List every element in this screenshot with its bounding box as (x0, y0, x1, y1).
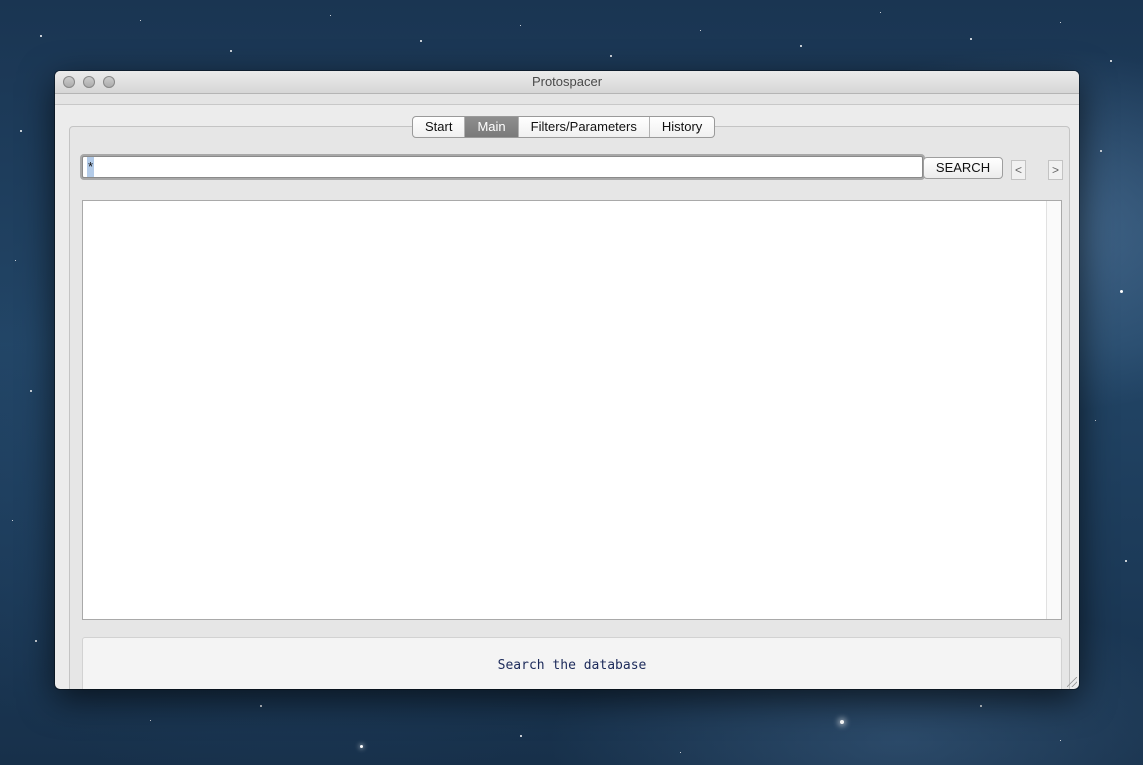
star (840, 720, 844, 724)
results-scrollbar[interactable] (1046, 201, 1061, 619)
tab-filters-parameters[interactable]: Filters/Parameters (519, 117, 650, 137)
app-window: Protospacer Start Main Filters/Parameter… (55, 71, 1079, 689)
star (140, 20, 141, 21)
toolbar-strip (55, 94, 1079, 105)
star (1060, 740, 1061, 741)
star (420, 40, 422, 42)
star (610, 55, 612, 57)
star (1060, 22, 1061, 23)
star (260, 705, 262, 707)
star (680, 752, 681, 753)
star (980, 705, 982, 707)
previous-button[interactable]: < (1011, 160, 1026, 180)
star (1110, 60, 1112, 62)
search-button[interactable]: SEARCH (923, 157, 1003, 179)
star (1120, 290, 1123, 293)
star (330, 15, 331, 16)
search-input[interactable]: * (82, 156, 923, 178)
star (1100, 150, 1102, 152)
star (700, 30, 701, 31)
tab-bar: Start Main Filters/Parameters History (412, 116, 716, 138)
star (12, 520, 13, 521)
star (1095, 420, 1096, 421)
next-button[interactable]: > (1048, 160, 1063, 180)
star (1125, 560, 1127, 562)
star (520, 735, 522, 737)
tab-start[interactable]: Start (413, 117, 466, 137)
search-input-value: * (87, 157, 95, 177)
star (40, 35, 42, 37)
star (230, 50, 232, 52)
star (880, 12, 881, 13)
star (970, 38, 972, 40)
tab-history[interactable]: History (650, 117, 714, 137)
star (35, 640, 37, 642)
star (150, 720, 151, 721)
title-bar[interactable]: Protospacer (55, 71, 1079, 94)
star (520, 25, 521, 26)
results-area[interactable] (82, 200, 1062, 620)
star (800, 45, 802, 47)
star (360, 745, 363, 748)
tab-main[interactable]: Main (465, 117, 519, 137)
star (30, 390, 32, 392)
window-title: Protospacer (531, 74, 603, 89)
star (20, 130, 22, 132)
status-panel: Search the database (82, 637, 1062, 689)
star (15, 260, 16, 261)
resize-grip-icon[interactable] (1067, 677, 1077, 687)
status-text: Search the database (497, 658, 647, 673)
